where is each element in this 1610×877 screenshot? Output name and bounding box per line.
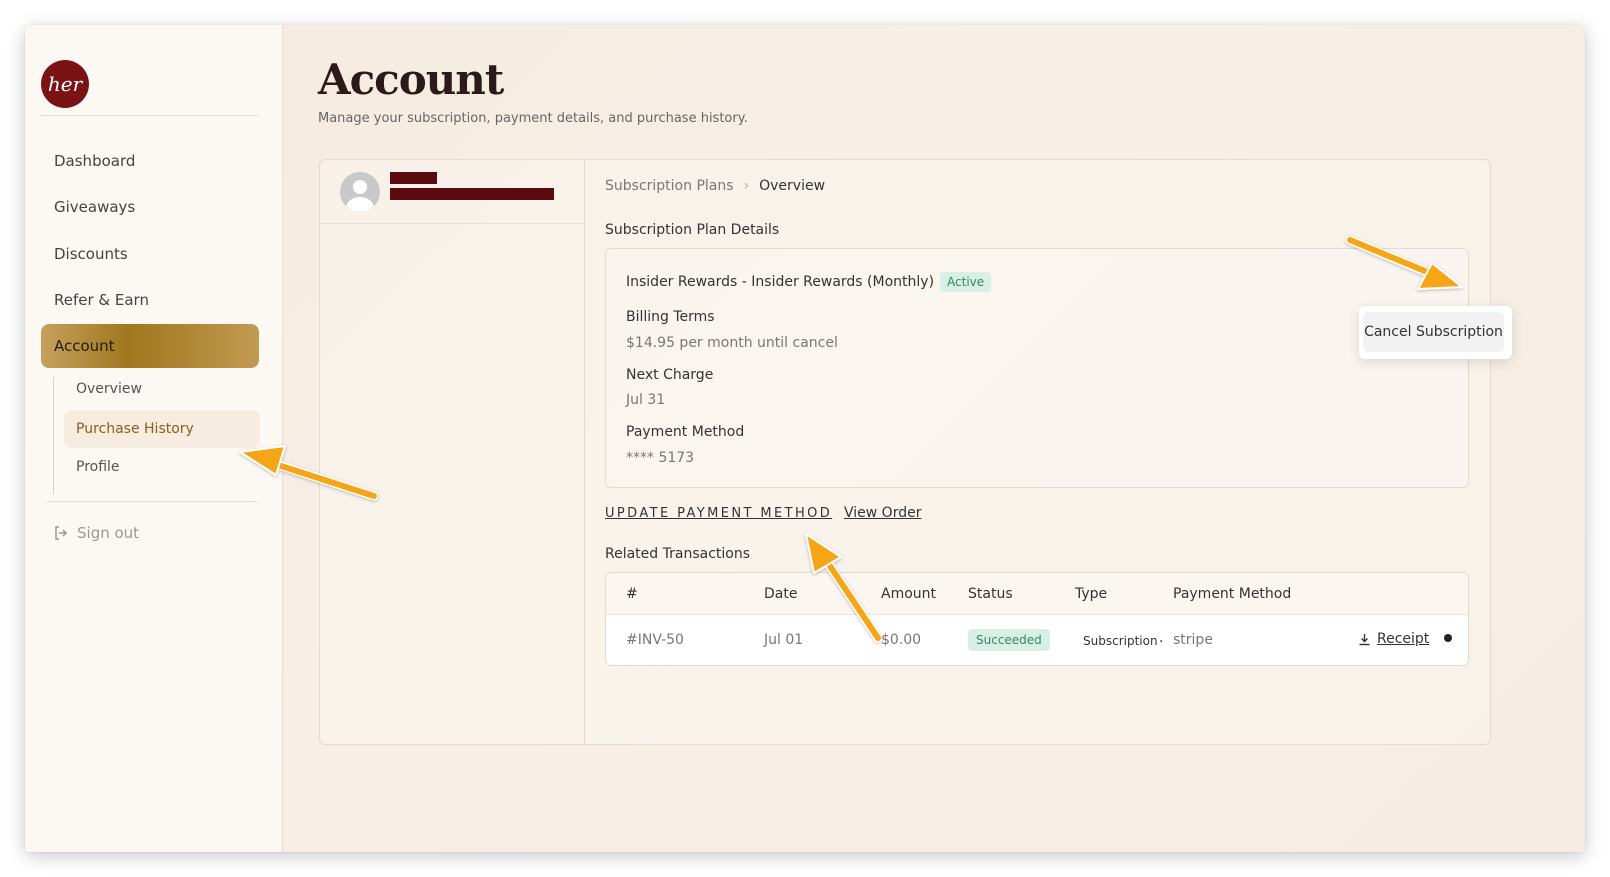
sidebar-subitem-profile[interactable]: Profile [64, 448, 260, 486]
logo-text: her [47, 72, 83, 96]
next-charge-value: Jul 31 [626, 392, 666, 408]
app-window: her Dashboard Giveaways Discounts Refer … [25, 25, 1585, 852]
page-title: Account [318, 55, 504, 104]
account-panel: Subscription Plans › Overview Subscripti… [319, 159, 1491, 745]
transaction-id: #INV-50 [626, 632, 684, 648]
sidebar-item-account[interactable]: Account [41, 324, 259, 368]
breadcrumb-overview: Overview [759, 178, 826, 194]
sidebar-item-refer-earn[interactable]: Refer & Earn [41, 278, 259, 322]
plan-name: Insider Rewards - Insider Rewards (Month… [626, 272, 992, 292]
sign-out-icon [55, 526, 68, 540]
row-actions-icon[interactable] [1444, 634, 1452, 642]
sidebar-subitem-label: Profile [76, 459, 120, 475]
column-header: # [626, 586, 638, 602]
redacted-email [390, 188, 554, 200]
sidebar-item-label: Giveaways [54, 198, 136, 216]
column-header: Date [764, 586, 798, 602]
submenu-line [53, 377, 54, 494]
transactions-table: # Date Amount Status Type Payment Method… [605, 572, 1469, 666]
transaction-type: Subscription [1083, 634, 1158, 648]
column-header: Payment Method [1173, 586, 1292, 602]
profile-column [320, 160, 585, 744]
table-header: # Date Amount Status Type Payment Method [606, 573, 1468, 615]
sidebar-item-label: Refer & Earn [54, 291, 149, 309]
sidebar-subitem-overview[interactable]: Overview [64, 370, 260, 408]
divider [47, 501, 257, 502]
view-order-link[interactable]: View Order [844, 505, 921, 521]
sidebar-subitem-label: Purchase History [76, 421, 194, 437]
transactions-title: Related Transactions [605, 546, 751, 562]
breadcrumb-subscription-plans[interactable]: Subscription Plans [605, 178, 734, 194]
redacted-name [390, 172, 437, 184]
cancel-subscription-menu-item[interactable]: Cancel Subscription [1363, 312, 1504, 352]
transaction-date: Jul 01 [764, 632, 804, 648]
type-separator: . [1159, 630, 1164, 646]
sidebar-item-giveaways[interactable]: Giveaways [41, 185, 259, 229]
status-badge: Active [940, 272, 992, 292]
avatar [340, 172, 380, 212]
breadcrumb: Subscription Plans › Overview [605, 178, 825, 194]
status-badge: Succeeded [968, 629, 1050, 651]
brand-logo[interactable]: her [41, 60, 89, 108]
plan-name-text: Insider Rewards - Insider Rewards (Month… [626, 274, 935, 290]
sidebar-item-dashboard[interactable]: Dashboard [41, 139, 259, 183]
sidebar-item-label: Discounts [54, 245, 128, 263]
sign-out-label: Sign out [77, 524, 140, 542]
page-subtitle: Manage your subscription, payment detail… [318, 111, 748, 126]
billing-terms-label: Billing Terms [626, 309, 715, 325]
payment-method-label: Payment Method [626, 424, 745, 440]
profile-row [320, 160, 585, 224]
plan-options-menu: Cancel Subscription [1359, 306, 1512, 359]
sidebar: her Dashboard Giveaways Discounts Refer … [25, 25, 283, 852]
plan-section-title: Subscription Plan Details [605, 222, 780, 238]
column-header: Type [1075, 586, 1108, 602]
next-charge-label: Next Charge [626, 367, 714, 383]
divider [41, 115, 259, 116]
receipt-label: Receipt [1377, 631, 1430, 647]
transaction-amount: $0.00 [881, 632, 922, 648]
plan-card: Insider Rewards - Insider Rewards (Month… [605, 248, 1469, 488]
column-header: Status [968, 586, 1013, 602]
receipt-link[interactable]: Receipt [1358, 631, 1429, 647]
download-icon [1359, 633, 1370, 645]
sidebar-subitem-purchase-history[interactable]: Purchase History [64, 410, 260, 448]
more-options-icon[interactable]: ⋮ [1422, 275, 1438, 291]
sidebar-item-label: Account [54, 337, 115, 355]
sidebar-item-discounts[interactable]: Discounts [41, 232, 259, 276]
chevron-right-icon: › [743, 178, 750, 194]
billing-terms-value: $14.95 per month until cancel [626, 335, 838, 351]
transaction-payment-method: stripe [1173, 632, 1213, 648]
payment-method-value: **** 5173 [626, 450, 695, 466]
sidebar-item-label: Dashboard [54, 152, 136, 170]
update-payment-method-button[interactable]: UPDATE PAYMENT METHOD [605, 506, 832, 521]
column-header: Amount [881, 586, 937, 602]
sidebar-subitem-label: Overview [76, 381, 142, 397]
sign-out-button[interactable]: Sign out [53, 521, 139, 545]
